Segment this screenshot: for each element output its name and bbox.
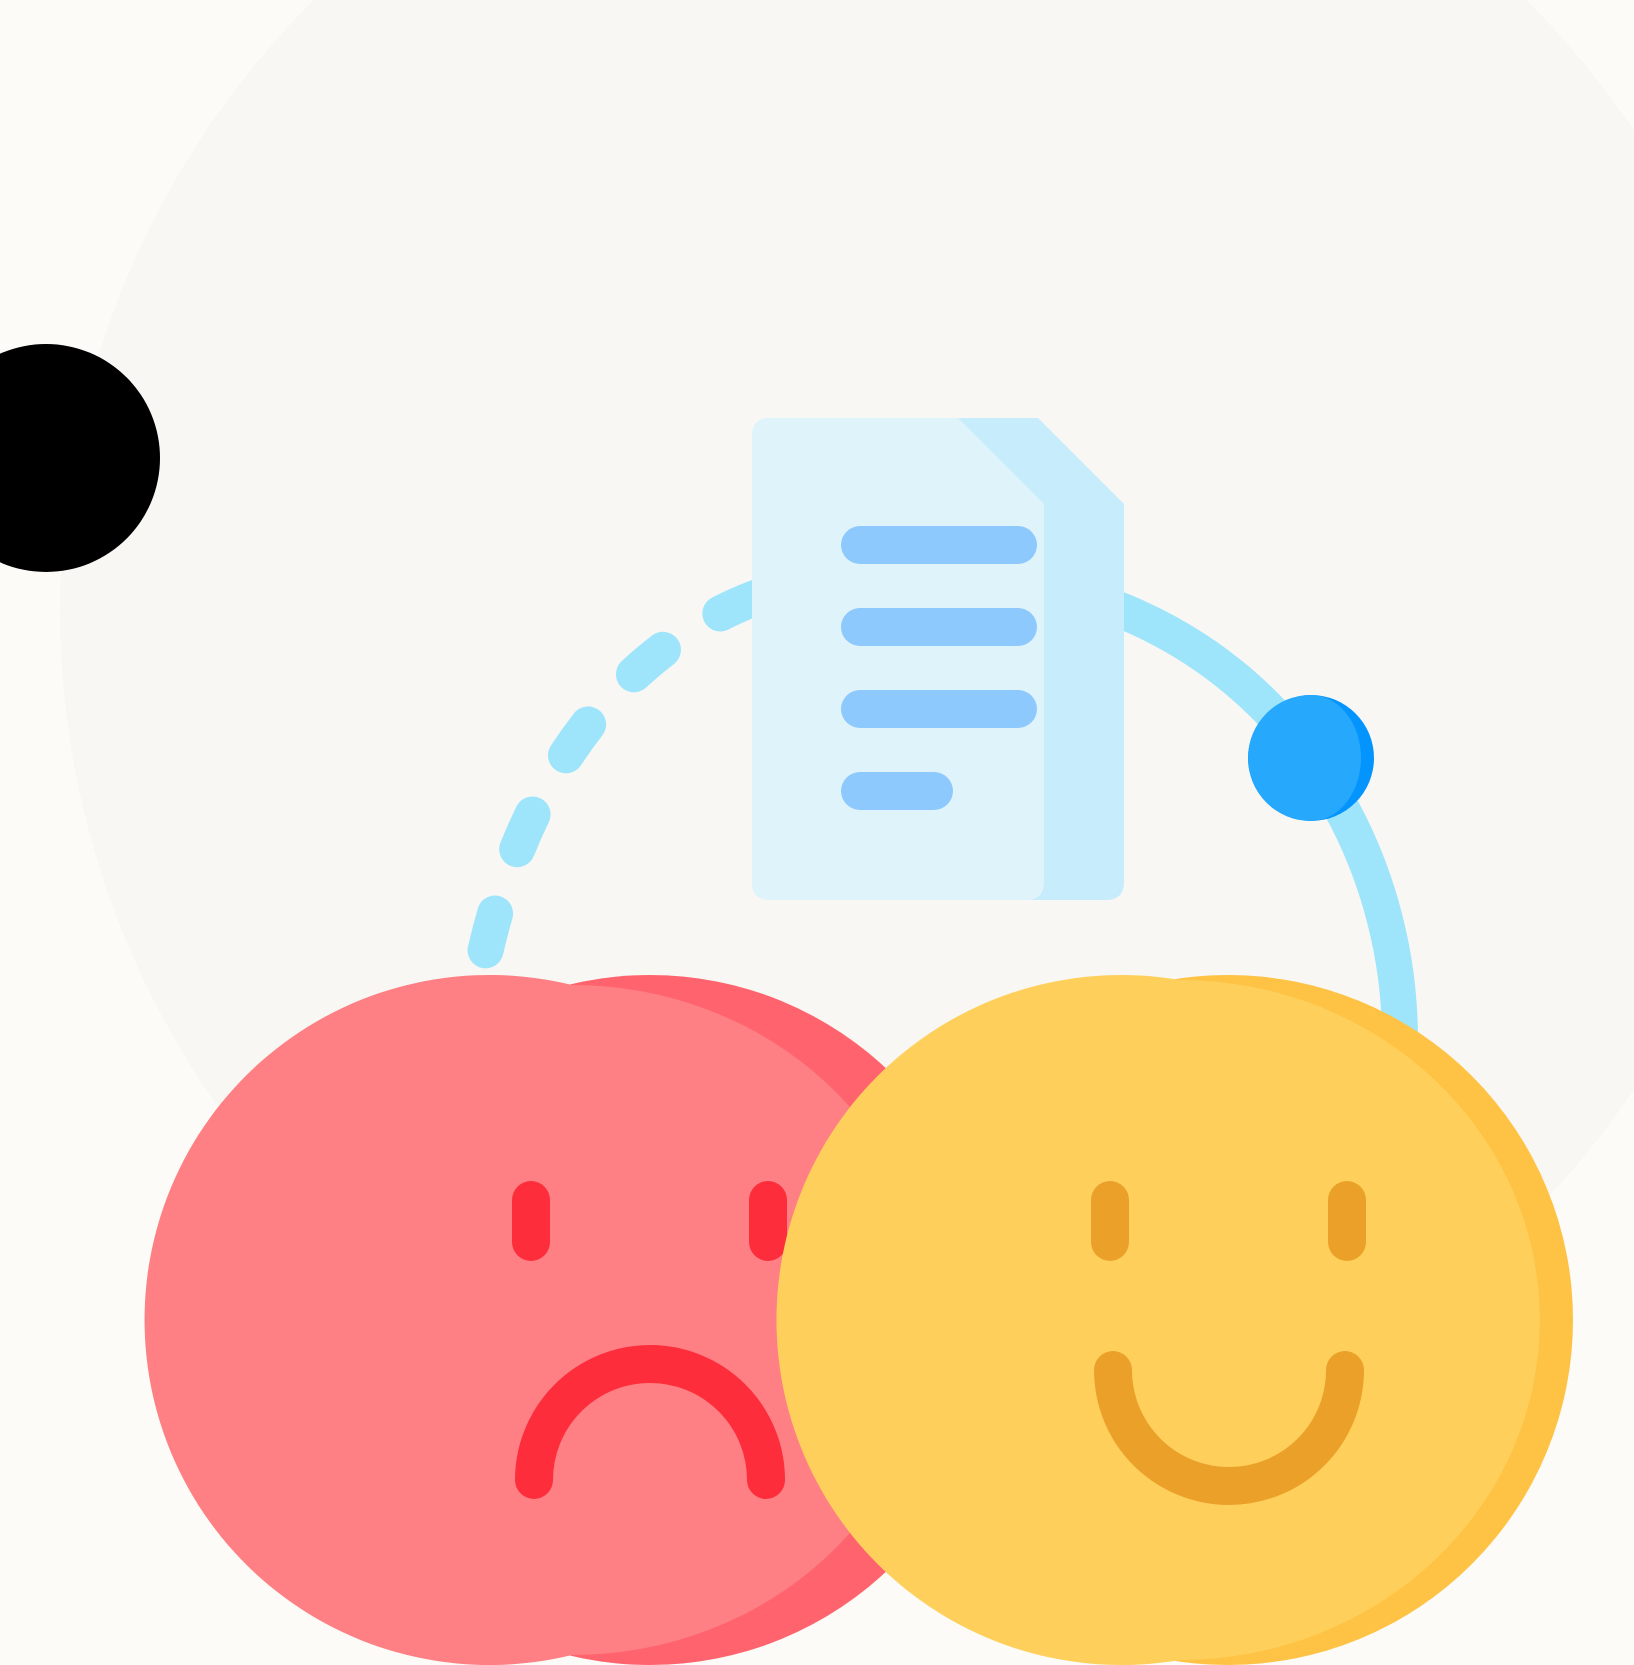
blue-node-dot (1248, 695, 1374, 821)
document-icon (752, 418, 1124, 900)
happy-face-icon (776, 975, 1573, 1665)
feedback-illustration (0, 0, 1634, 1665)
